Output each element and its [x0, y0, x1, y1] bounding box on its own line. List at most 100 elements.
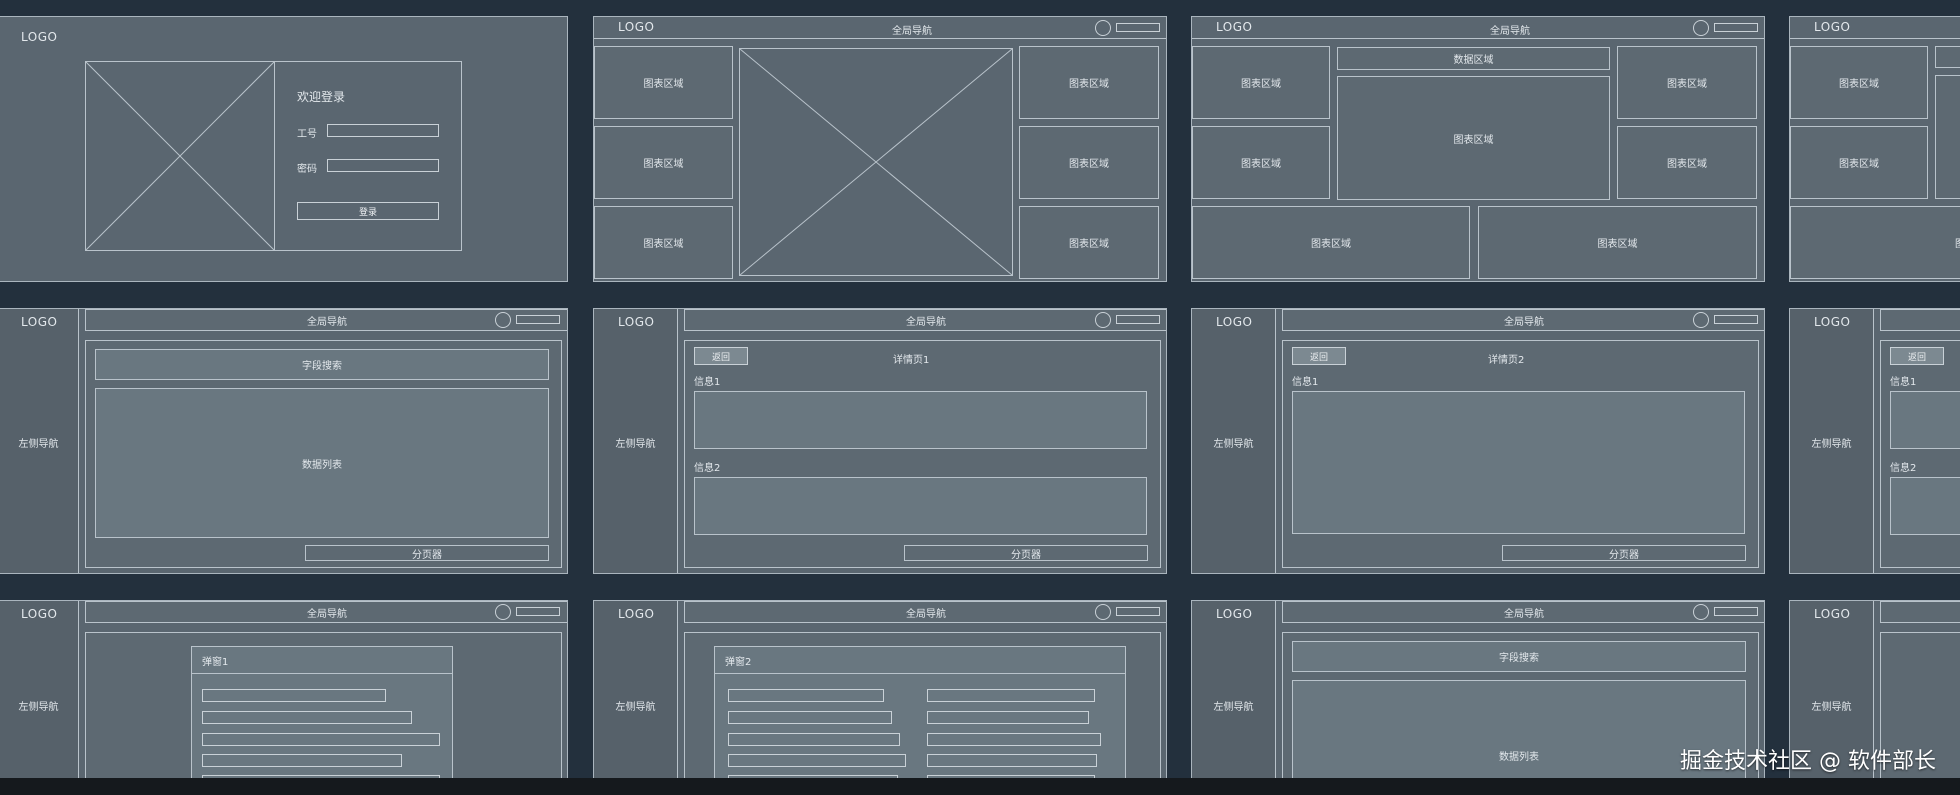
- chart-area: 图表区域: [1192, 126, 1330, 199]
- nav-search-input[interactable]: [1714, 23, 1758, 32]
- id-input[interactable]: [327, 124, 439, 137]
- info-block-1: [1292, 391, 1745, 534]
- global-nav: 全局导航: [1490, 26, 1530, 37]
- image-placeholder: [739, 48, 1013, 276]
- info-block-1: [1890, 391, 1960, 449]
- logo: LOGO: [1216, 20, 1253, 34]
- chart-area: 图表区域: [1790, 46, 1928, 119]
- nav-search-input[interactable]: [1714, 315, 1758, 324]
- header-divider: [1192, 38, 1764, 39]
- back-button[interactable]: 返回: [694, 347, 748, 365]
- global-nav: 全局导航: [307, 608, 347, 620]
- chart-area: 图表区域: [1790, 126, 1928, 199]
- modal-input-row[interactable]: [202, 689, 386, 702]
- chart-area: 图表区域: [594, 206, 733, 279]
- pager[interactable]: 分页器: [904, 545, 1148, 561]
- board-dashboard-3[interactable]: LOGO 图表区域 图表区域 图表区域: [1789, 16, 1960, 282]
- board-modal-2[interactable]: 左侧导航 LOGO 全局导航 弹窗2: [593, 600, 1167, 778]
- user-avatar-icon[interactable]: [495, 604, 511, 620]
- back-button[interactable]: 返回: [1890, 347, 1944, 365]
- placeholder-cross-icon: [86, 62, 274, 250]
- chart-area: 图表区域: [1019, 46, 1159, 119]
- chart-area: 图表区域: [1019, 126, 1159, 199]
- pager[interactable]: 分页器: [1502, 545, 1746, 561]
- back-button[interactable]: 返回: [1292, 347, 1346, 365]
- nav-search-input[interactable]: [1116, 315, 1160, 324]
- user-avatar-icon[interactable]: [1095, 604, 1111, 620]
- modal-input-row[interactable]: [202, 754, 402, 767]
- info-label-1: 信息1: [1890, 377, 1917, 388]
- board-modal-1[interactable]: 左侧导航 LOGO 全局导航 弹窗1: [0, 600, 568, 778]
- global-nav: 全局导航: [906, 316, 946, 328]
- user-avatar-icon[interactable]: [495, 312, 511, 328]
- nav-search-input[interactable]: [1116, 607, 1160, 616]
- user-avatar-icon[interactable]: [1095, 312, 1111, 328]
- chart-area: 图表区域: [1192, 46, 1330, 119]
- user-avatar-icon[interactable]: [1693, 312, 1709, 328]
- logo: LOGO: [618, 315, 655, 329]
- pager[interactable]: 分页器: [305, 545, 549, 561]
- user-avatar-icon[interactable]: [1693, 604, 1709, 620]
- chart-area: 图表区域: [1019, 206, 1159, 279]
- modal-input-row[interactable]: [728, 689, 884, 702]
- header-divider: [594, 38, 1166, 39]
- nav-search-input[interactable]: [1714, 607, 1758, 616]
- modal-input-row[interactable]: [927, 754, 1097, 767]
- modal-input-row[interactable]: [927, 733, 1101, 746]
- modal-input-row[interactable]: [927, 711, 1089, 724]
- board-dashboard-2[interactable]: LOGO 全局导航 图表区域 数据区域 图表区域 图表区域 图表区域 图表区域 …: [1191, 16, 1765, 282]
- logo: LOGO: [618, 607, 655, 621]
- modal-input-row[interactable]: [202, 711, 412, 724]
- left-nav-label: 左侧导航: [18, 701, 59, 713]
- modal-input-row[interactable]: [927, 689, 1095, 702]
- board-list-page-2[interactable]: 左侧导航 LOGO 全局导航 字段搜索 数据列表: [1191, 600, 1765, 778]
- data-area: 数据区域: [1337, 47, 1610, 70]
- left-sidebar: 左侧导航 LOGO: [1790, 309, 1874, 573]
- user-avatar-icon[interactable]: [1693, 20, 1709, 36]
- field-search[interactable]: 字段搜索: [95, 349, 549, 380]
- watermark-text: 掘金技术社区 @ 软件部长: [1680, 749, 1936, 774]
- global-nav-bar: [1880, 309, 1960, 331]
- chart-area-label: 图表区域: [1955, 235, 1960, 250]
- board-login[interactable]: LOGO 欢迎登录 工号 密码 登录: [0, 16, 568, 282]
- modal-input-row[interactable]: [728, 733, 900, 746]
- left-sidebar: 左侧导航 LOGO: [594, 309, 678, 573]
- id-label: 工号: [297, 129, 317, 140]
- field-search[interactable]: 字段搜索: [1292, 641, 1746, 672]
- login-button[interactable]: 登录: [297, 202, 439, 220]
- login-form-panel: 欢迎登录 工号 密码 登录: [274, 61, 462, 251]
- board-detail-1[interactable]: 左侧导航 LOGO 全局导航 返回 详情页1 信息1 信息2 分页器: [593, 308, 1167, 574]
- nav-search-input[interactable]: [516, 607, 560, 616]
- info-label-2: 信息2: [694, 463, 721, 474]
- logo: LOGO: [618, 20, 655, 34]
- detail-title: 详情页1: [893, 355, 930, 366]
- board-detail-3[interactable]: 左侧导航 LOGO 返回 信息1 信息2: [1789, 308, 1960, 574]
- global-nav: 全局导航: [307, 316, 347, 328]
- chart-area: 图表区域: [1790, 206, 1960, 279]
- modal-input-row[interactable]: [728, 711, 892, 724]
- global-nav: 全局导航: [1504, 608, 1544, 620]
- chart-area: 图表区域: [1617, 46, 1757, 119]
- board-dashboard-1[interactable]: LOGO 全局导航 图表区域 图表区域 图表区域 图表区域 图表区域 图表区域: [593, 16, 1167, 282]
- logo: LOGO: [1216, 607, 1253, 621]
- modal-input-row[interactable]: [202, 733, 440, 746]
- modal-divider: [714, 673, 1126, 674]
- detail-title: 详情页2: [1488, 355, 1525, 366]
- nav-search-input[interactable]: [516, 315, 560, 324]
- user-avatar-icon[interactable]: [1095, 20, 1111, 36]
- password-input[interactable]: [327, 159, 439, 172]
- logo: LOGO: [1216, 315, 1253, 329]
- placeholder-cross-icon: [740, 49, 1012, 275]
- logo: LOGO: [21, 607, 58, 621]
- modal-title: 弹窗2: [725, 657, 752, 668]
- modal-input-row[interactable]: [728, 754, 906, 767]
- info-block-1: [694, 391, 1147, 449]
- nav-search-input[interactable]: [1116, 23, 1160, 32]
- password-label: 密码: [297, 164, 317, 175]
- global-nav: 全局导航: [906, 608, 946, 620]
- logo: LOGO: [21, 315, 58, 329]
- modal-title: 弹窗1: [202, 657, 229, 668]
- board-detail-2[interactable]: 左侧导航 LOGO 全局导航 返回 详情页2 信息1 分页器: [1191, 308, 1765, 574]
- info-label-1: 信息1: [694, 377, 721, 388]
- board-list-page[interactable]: 左侧导航 LOGO 全局导航 字段搜索 数据列表 分页器: [0, 308, 568, 574]
